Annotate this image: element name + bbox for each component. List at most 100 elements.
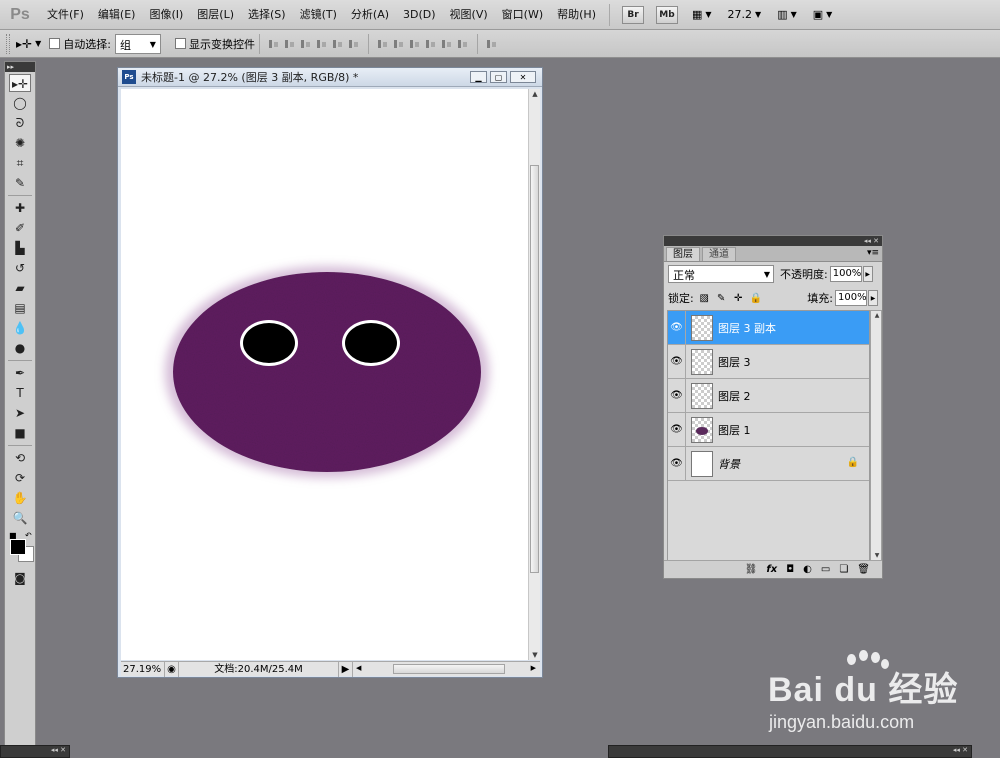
- show-transform-toggle[interactable]: 显示变换控件: [174, 36, 255, 52]
- tab-layers[interactable]: 图层: [666, 247, 700, 261]
- status-menu-icon[interactable]: ▶: [339, 661, 353, 677]
- vertical-scroll-thumb[interactable]: [530, 165, 539, 573]
- maximize-button[interactable]: ▢: [490, 71, 507, 83]
- menu-help[interactable]: 帮助(H): [550, 0, 603, 30]
- link-layers-icon[interactable]: ⛓: [745, 564, 758, 575]
- visibility-eye-icon[interactable]: 👁: [668, 446, 686, 481]
- visibility-eye-icon[interactable]: 👁: [668, 344, 686, 379]
- auto-select-toggle[interactable]: 自动选择:: [49, 36, 111, 52]
- opacity-field[interactable]: 100%: [829, 266, 862, 282]
- marquee-tool-icon[interactable]: ◯: [9, 94, 31, 112]
- menu-analysis[interactable]: 分析(A): [344, 0, 396, 30]
- blend-mode-select[interactable]: 正常 ▼: [668, 265, 774, 283]
- fill-slider-button[interactable]: ▶: [868, 290, 878, 306]
- lock-pixels-icon[interactable]: ✎: [716, 293, 727, 304]
- history-brush-tool-icon[interactable]: ↺: [9, 259, 31, 277]
- eyedropper-tool-icon[interactable]: ✎: [9, 174, 31, 192]
- delete-layer-icon[interactable]: 🗑: [857, 564, 870, 575]
- visibility-eye-icon[interactable]: 👁: [668, 412, 686, 447]
- auto-select-checkbox[interactable]: [49, 38, 61, 49]
- panel-menu-icon[interactable]: ▾≡: [867, 248, 879, 258]
- add-mask-icon[interactable]: ◘: [786, 564, 794, 575]
- view-extras-dropdown[interactable]: ▦ ▼: [692, 8, 712, 21]
- distribute-hcenter-icon[interactable]: [441, 38, 453, 50]
- layer-row[interactable]: 👁 图层 2: [668, 378, 869, 413]
- menu-3d[interactable]: 3D(D): [396, 0, 443, 30]
- eraser-tool-icon[interactable]: ▰: [9, 279, 31, 297]
- scroll-down-icon[interactable]: ▼: [871, 552, 883, 559]
- visibility-eye-icon[interactable]: 👁: [668, 378, 686, 413]
- move-tool-icon[interactable]: ▸✛: [9, 74, 31, 92]
- collapsed-panel-right[interactable]: ◂◂ ✕: [608, 745, 972, 758]
- tool-preset-picker[interactable]: ▸✛ ▼: [16, 37, 41, 51]
- visibility-eye-icon[interactable]: 👁: [668, 310, 686, 345]
- align-hcenter-icon[interactable]: [332, 38, 344, 50]
- align-vcenter-icon[interactable]: [284, 38, 296, 50]
- lock-all-icon[interactable]: 🔒: [750, 293, 762, 304]
- menu-file[interactable]: 文件(F): [40, 0, 91, 30]
- lasso-tool-icon[interactable]: ᘐ: [9, 114, 31, 132]
- minibridge-button[interactable]: Mb: [655, 5, 678, 24]
- new-group-icon[interactable]: ▭: [821, 564, 830, 575]
- layer-row[interactable]: 👁 图层 1: [668, 412, 869, 447]
- pen-tool-icon[interactable]: ✒: [9, 364, 31, 382]
- options-bar-grip[interactable]: [6, 33, 10, 54]
- quick-select-tool-icon[interactable]: ✺: [9, 134, 31, 152]
- lock-position-icon[interactable]: ✛: [733, 293, 744, 304]
- scroll-left-icon[interactable]: ◀: [356, 664, 361, 672]
- healing-brush-tool-icon[interactable]: ✚: [9, 199, 31, 217]
- menu-window[interactable]: 窗口(W): [495, 0, 550, 30]
- horizontal-scroll-thumb[interactable]: [393, 663, 505, 674]
- layers-panel-header[interactable]: ◂◂ ✕: [664, 236, 882, 246]
- bridge-button[interactable]: Br: [621, 5, 644, 24]
- zoom-readout[interactable]: 27.19%: [121, 661, 165, 677]
- hand-tool-icon[interactable]: ✋: [9, 489, 31, 507]
- vertical-scrollbar[interactable]: ▲ ▼: [528, 89, 540, 660]
- close-button[interactable]: ✕: [510, 71, 536, 83]
- tools-panel-header[interactable]: ▸▸: [5, 62, 35, 72]
- scroll-up-icon[interactable]: ▲: [529, 90, 541, 98]
- align-right-icon[interactable]: [348, 38, 360, 50]
- distribute-left-icon[interactable]: [425, 38, 437, 50]
- shape-tool-icon[interactable]: ■: [9, 424, 31, 442]
- document-titlebar[interactable]: Ps 未标题-1 @ 27.2% (图层 3 副本, RGB/8) * ▁ ▢ …: [118, 68, 542, 87]
- layer-row[interactable]: 👁 图层 3: [668, 344, 869, 379]
- layer-row[interactable]: 👁 背景 🔒: [668, 446, 869, 481]
- distribute-vcenter-icon[interactable]: [393, 38, 405, 50]
- type-tool-icon[interactable]: T: [9, 384, 31, 402]
- layers-scrollbar[interactable]: ▲ ▼: [870, 310, 882, 561]
- arrange-documents-dropdown[interactable]: ▥ ▼: [777, 8, 797, 21]
- distribute-right-icon[interactable]: [457, 38, 469, 50]
- dodge-tool-icon[interactable]: ●: [9, 339, 31, 357]
- zoom-level-dropdown[interactable]: 27.2 ▼: [728, 8, 762, 21]
- distribute-bottom-icon[interactable]: [409, 38, 421, 50]
- zoom-tool-icon[interactable]: 🔍: [9, 509, 31, 527]
- canvas[interactable]: [121, 89, 528, 660]
- scroll-up-icon[interactable]: ▲: [871, 312, 883, 319]
- scroll-down-icon[interactable]: ▼: [529, 651, 541, 659]
- align-top-icon[interactable]: [268, 38, 280, 50]
- menu-select[interactable]: 选择(S): [241, 0, 293, 30]
- distribute-top-icon[interactable]: [377, 38, 389, 50]
- gradient-tool-icon[interactable]: ▤: [9, 299, 31, 317]
- 3d-rotate-tool-icon[interactable]: ⟲: [9, 449, 31, 467]
- swap-colors-icon[interactable]: ↶: [25, 531, 32, 540]
- align-left-icon[interactable]: [316, 38, 328, 50]
- collapsed-panel-left[interactable]: ◂◂ ✕: [0, 745, 70, 758]
- scroll-right-icon[interactable]: ▶: [531, 664, 536, 672]
- minimize-button[interactable]: ▁: [470, 71, 487, 83]
- horizontal-scrollbar[interactable]: ◀ ▶: [353, 662, 540, 677]
- menu-layer[interactable]: 图层(L): [190, 0, 241, 30]
- foreground-color-swatch[interactable]: [10, 539, 26, 555]
- crop-tool-icon[interactable]: ⌗: [9, 154, 31, 172]
- fill-field[interactable]: 100%: [835, 290, 867, 306]
- layer-row[interactable]: 👁 图层 3 副本: [668, 310, 869, 345]
- auto-select-target-select[interactable]: 组 ▼: [114, 33, 161, 54]
- opacity-slider-button[interactable]: ▶: [862, 266, 873, 282]
- auto-align-layers-icon[interactable]: [486, 38, 498, 50]
- layer-style-fx-icon[interactable]: fx: [766, 564, 777, 575]
- menu-view[interactable]: 视图(V): [443, 0, 495, 30]
- brush-tool-icon[interactable]: ✐: [9, 219, 31, 237]
- menu-image[interactable]: 图像(I): [142, 0, 190, 30]
- screen-mode-dropdown[interactable]: ▣ ▼: [813, 8, 833, 21]
